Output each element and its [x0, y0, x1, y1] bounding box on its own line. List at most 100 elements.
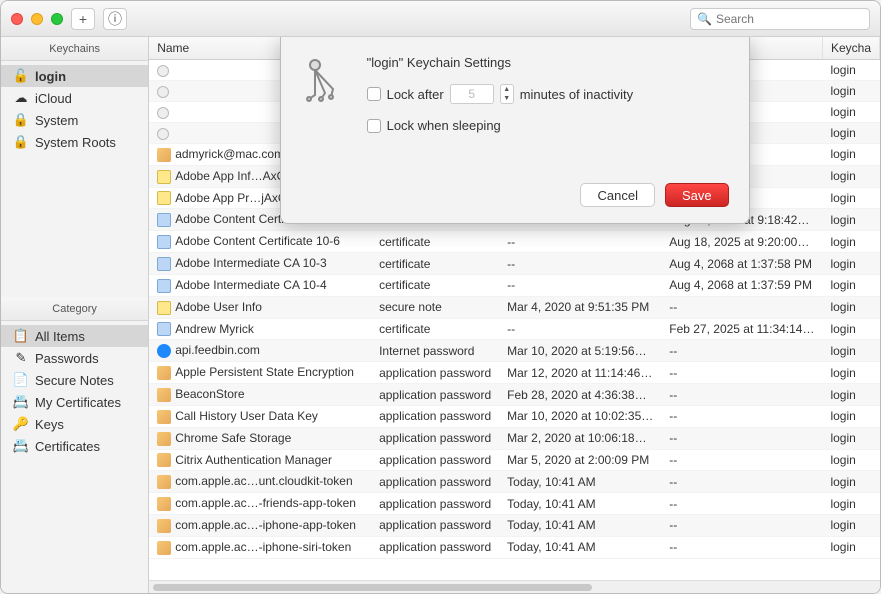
cell-name: Chrome Safe Storage	[175, 431, 291, 445]
row-kind-icon	[157, 235, 171, 249]
cell-kind: application password	[371, 449, 499, 471]
sidebar-item-label: Secure Notes	[35, 373, 114, 388]
sidebar-item-label: All Items	[35, 329, 85, 344]
table-row[interactable]: Adobe User Infosecure noteMar 4, 2020 at…	[149, 296, 879, 318]
cell-expires: --	[661, 296, 822, 318]
key-icon: 🔑	[13, 416, 29, 432]
table-row[interactable]: Andrew Myrickcertificate--Feb 27, 2025 a…	[149, 318, 879, 340]
sidebar-category-item[interactable]: 📄Secure Notes	[1, 369, 148, 391]
table-row[interactable]: Adobe Intermediate CA 10-3certificate--A…	[149, 253, 879, 275]
table-row[interactable]: com.apple.ac…unt.cloudkit-tokenapplicati…	[149, 471, 879, 493]
row-kind-icon	[157, 541, 171, 555]
row-kind-icon	[157, 301, 171, 315]
lock-when-sleeping-checkbox[interactable]	[367, 119, 381, 133]
cell-kind: application password	[371, 536, 499, 558]
save-button[interactable]: Save	[665, 183, 729, 207]
cell-keychain: login	[822, 102, 879, 123]
sidebar-item-label: iCloud	[35, 91, 72, 106]
cell-keychain: login	[822, 515, 879, 537]
search-input[interactable]	[716, 12, 863, 26]
sidebar-keychain-item[interactable]: 🔒System Roots	[1, 131, 148, 153]
table-row[interactable]: api.feedbin.comInternet passwordMar 10, …	[149, 340, 879, 362]
table-row[interactable]: Call History User Data Keyapplication pa…	[149, 405, 879, 427]
lock-icon: 🔒	[13, 134, 29, 150]
cell-kind: application password	[371, 515, 499, 537]
keychains-header: Keychains	[1, 37, 148, 61]
cell-kind: certificate	[371, 253, 499, 275]
add-button[interactable]: +	[71, 8, 95, 30]
row-kind-icon	[157, 65, 169, 77]
cell-keychain: login	[822, 231, 879, 253]
list-icon: 📋	[13, 328, 29, 344]
table-row[interactable]: Adobe Intermediate CA 10-4certificate--A…	[149, 274, 879, 296]
sidebar-category-item[interactable]: 📇Certificates	[1, 435, 148, 457]
table-row[interactable]: Citrix Authentication Managerapplication…	[149, 449, 879, 471]
cell-expires: --	[661, 536, 822, 558]
cell-kind: application password	[371, 362, 499, 384]
cell-expires: Aug 18, 2025 at 9:20:00…	[661, 231, 822, 253]
cell-name: BeaconStore	[175, 387, 244, 401]
cell-name: Adobe Intermediate CA 10-4	[175, 278, 326, 292]
cell-modified: Today, 10:41 AM	[499, 493, 661, 515]
chevron-down-icon[interactable]: ▼	[501, 94, 513, 103]
table-row[interactable]: com.apple.ac…-friends-app-tokenapplicati…	[149, 493, 879, 515]
table-row[interactable]: Apple Persistent State Encryptionapplica…	[149, 362, 879, 384]
cell-keychain: login	[822, 318, 879, 340]
sidebar-category-item[interactable]: ✎Passwords	[1, 347, 148, 369]
sidebar-keychain-item[interactable]: ☁iCloud	[1, 87, 148, 109]
cell-name: Adobe Content Certificate 10-6	[175, 234, 340, 248]
row-kind-icon	[157, 148, 171, 162]
sidebar-category-item[interactable]: 📋 All Items	[1, 325, 148, 347]
keychain-access-window: + ⓘ 🔍 Keychains 🔓login☁iCloud🔒System🔒Sys…	[0, 0, 881, 594]
cell-name: api.feedbin.com	[175, 343, 260, 357]
cell-modified: Today, 10:41 AM	[499, 515, 661, 537]
keys-icon	[301, 55, 349, 103]
cell-expires: --	[661, 471, 822, 493]
cell-keychain: login	[822, 60, 879, 81]
cell-name: admyrick@mac.com	[175, 147, 284, 161]
cell-expires: --	[661, 362, 822, 384]
cell-kind: application password	[371, 493, 499, 515]
row-kind-icon	[157, 107, 169, 119]
lock-when-sleeping-label: Lock when sleeping	[387, 118, 501, 133]
cell-keychain: login	[822, 362, 879, 384]
table-row[interactable]: BeaconStoreapplication passwordFeb 28, 2…	[149, 384, 879, 406]
cell-kind: application password	[371, 427, 499, 449]
row-kind-icon	[157, 322, 171, 336]
minutes-stepper[interactable]: ▲ ▼	[500, 84, 514, 104]
row-kind-icon	[157, 170, 171, 184]
sidebar: Keychains 🔓login☁iCloud🔒System🔒System Ro…	[1, 37, 149, 593]
sidebar-category-item[interactable]: 🔑Keys	[1, 413, 148, 435]
table-row[interactable]: com.apple.ac…-iphone-siri-tokenapplicati…	[149, 536, 879, 558]
zoom-window-button[interactable]	[51, 13, 63, 25]
column-keychain[interactable]: Keycha	[822, 37, 879, 60]
close-window-button[interactable]	[11, 13, 23, 25]
cell-keychain: login	[822, 187, 879, 209]
cancel-button[interactable]: Cancel	[580, 183, 654, 207]
row-kind-icon	[157, 453, 171, 467]
lock-after-checkbox[interactable]	[367, 87, 381, 101]
sidebar-keychain-item[interactable]: 🔒System	[1, 109, 148, 131]
info-button[interactable]: ⓘ	[103, 8, 127, 30]
sidebar-item-label: My Certificates	[35, 395, 121, 410]
table-row[interactable]: com.apple.ac…-iphone-app-tokenapplicatio…	[149, 515, 879, 537]
search-field-container[interactable]: 🔍	[690, 8, 870, 30]
row-kind-icon	[157, 366, 171, 380]
table-row[interactable]: Adobe Content Certificate 10-6certificat…	[149, 231, 879, 253]
horizontal-scrollbar[interactable]	[149, 580, 880, 593]
cell-keychain: login	[822, 209, 879, 231]
cell-modified: --	[499, 253, 661, 275]
lock-icon: 🔒	[13, 112, 29, 128]
cell-modified: Mar 5, 2020 at 2:00:09 PM	[499, 449, 661, 471]
cell-keychain: login	[822, 81, 879, 102]
sidebar-keychain-item[interactable]: 🔓login	[1, 65, 148, 87]
cell-expires: --	[661, 449, 822, 471]
cell-keychain: login	[822, 296, 879, 318]
minimize-window-button[interactable]	[31, 13, 43, 25]
plus-icon: +	[79, 11, 87, 27]
table-row[interactable]: Chrome Safe Storageapplication passwordM…	[149, 427, 879, 449]
chevron-up-icon[interactable]: ▲	[501, 85, 513, 94]
sidebar-category-item[interactable]: 📇My Certificates	[1, 391, 148, 413]
cell-modified: --	[499, 231, 661, 253]
lock-after-minutes-field[interactable]	[450, 84, 494, 104]
